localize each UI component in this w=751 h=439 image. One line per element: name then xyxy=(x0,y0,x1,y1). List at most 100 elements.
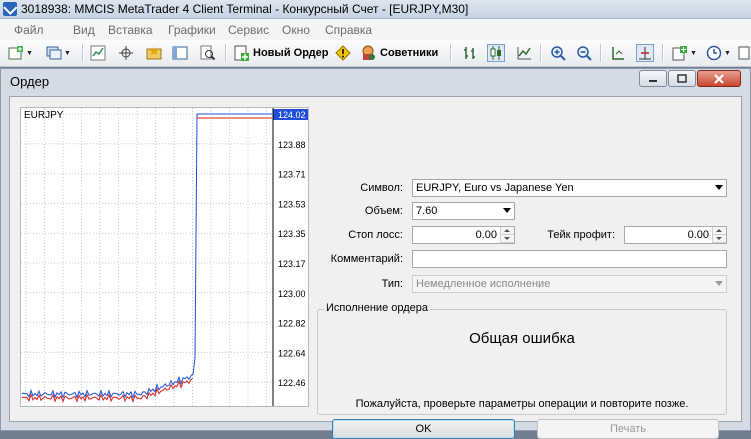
new-order-icon xyxy=(233,45,249,61)
line-chart-icon xyxy=(516,45,532,61)
bar-chart-button[interactable] xyxy=(462,43,478,63)
maximize-button[interactable] xyxy=(668,70,696,87)
type-value: Немедленное исполнение xyxy=(416,278,551,290)
autoscroll-button[interactable] xyxy=(636,43,654,63)
templates-icon xyxy=(738,45,751,61)
autoscroll-icon xyxy=(636,44,654,62)
price-label: 124.02 xyxy=(278,110,306,120)
new-order-button[interactable]: Новый Ордер xyxy=(233,43,328,63)
zoom-out-button[interactable] xyxy=(576,43,592,63)
error-message: Общая ошибка xyxy=(469,330,575,347)
chevron-down-icon xyxy=(715,281,723,286)
profiles-button[interactable]: ▼ xyxy=(46,43,71,63)
folder-star-icon xyxy=(146,45,162,61)
minimize-button[interactable] xyxy=(639,70,667,87)
comment-label: Комментарий: xyxy=(330,253,403,265)
menu-insert[interactable]: Вставка xyxy=(108,23,153,37)
data-window-button[interactable] xyxy=(146,43,162,63)
chart-shift-icon xyxy=(610,45,626,61)
dialog-title: Ордер xyxy=(10,74,50,89)
takeprofit-value: 0.00 xyxy=(687,229,709,241)
indicators-icon xyxy=(672,45,688,61)
new-chart-icon xyxy=(8,45,24,61)
toolbar: ▼ ▼ Новый Ордер Советники ▼ ▼ xyxy=(0,40,751,67)
magnifier-doc-icon xyxy=(200,45,216,61)
maximize-icon xyxy=(677,74,687,83)
ok-button[interactable]: OK xyxy=(332,419,515,439)
price-label: 122.64 xyxy=(278,348,306,358)
menu-window[interactable]: Окно xyxy=(282,23,310,37)
new-chart-button[interactable]: ▼ xyxy=(8,43,33,63)
metatrader-icon xyxy=(3,2,17,16)
menu-view[interactable]: Вид xyxy=(73,23,95,37)
bid-line xyxy=(21,113,272,400)
experts-label: Советники xyxy=(380,47,439,59)
spin-up-icon[interactable] xyxy=(713,227,726,235)
new-order-label: Новый Ордер xyxy=(253,47,329,59)
chevron-down-icon xyxy=(503,208,511,213)
type-label: Тип: xyxy=(381,278,403,290)
spin-up-icon[interactable] xyxy=(501,227,514,235)
volume-value: 7.60 xyxy=(416,205,438,217)
line-chart-button[interactable] xyxy=(516,43,532,63)
chart-shift-button[interactable] xyxy=(610,43,626,63)
strategy-tester-button[interactable] xyxy=(200,43,216,63)
spin-down-icon[interactable] xyxy=(501,235,514,243)
symbol-select[interactable]: EURJPY, Euro vs Japanese Yen xyxy=(412,179,727,197)
close-button[interactable] xyxy=(697,70,741,87)
chevron-down-icon xyxy=(715,185,723,190)
price-label: 123.53 xyxy=(278,199,306,209)
indicators-button[interactable]: ▼ xyxy=(672,43,697,63)
dialog-body: 124.02 123.88 123.71 123.53 123.35 123.17 123.… xyxy=(9,96,742,439)
clock-icon xyxy=(706,45,722,61)
window-title: 3018938: MMCIS MetaTrader 4 Client Termi… xyxy=(21,2,469,16)
navigator-button[interactable] xyxy=(118,43,134,63)
type-select[interactable]: Немедленное исполнение xyxy=(412,275,727,293)
volume-label: Объем: xyxy=(364,205,403,217)
bar-chart-icon xyxy=(462,45,478,61)
warning-diamond-icon xyxy=(335,45,351,61)
price-label: 122.82 xyxy=(278,319,306,329)
tick-chart: 124.02 123.88 123.71 123.53 123.35 123.17 123.… xyxy=(20,107,309,407)
ask-line xyxy=(21,377,194,404)
market-watch-button[interactable] xyxy=(90,43,106,63)
hint-message: Пожалуйста, проверьте параметры операции… xyxy=(355,398,689,410)
profiles-icon xyxy=(46,45,62,61)
takeprofit-label: Тейк профит: xyxy=(547,229,615,241)
tick-chart-svg: 124.02 123.88 123.71 123.53 123.35 123.17 123.… xyxy=(21,108,308,406)
menu-help[interactable]: Справка xyxy=(325,23,372,37)
crosshair-move-icon xyxy=(118,45,134,61)
chart-symbol: EURJPY xyxy=(24,110,64,121)
symbol-label: Символ: xyxy=(360,182,403,194)
execution-group-title: Исполнение ордера xyxy=(324,302,430,314)
takeprofit-input[interactable]: 0.00 xyxy=(624,226,727,244)
experts-warning-button[interactable] xyxy=(335,43,351,63)
symbol-value: EURJPY, Euro vs Japanese Yen xyxy=(416,182,574,194)
price-label: 122.46 xyxy=(278,378,306,388)
terminal-button[interactable] xyxy=(172,43,188,63)
menu-service[interactable]: Сервис xyxy=(228,23,269,37)
close-icon xyxy=(714,73,724,84)
templates-button[interactable] xyxy=(738,43,751,63)
menu-charts[interactable]: Графики xyxy=(168,23,216,37)
zoom-in-icon xyxy=(550,45,566,61)
takeprofit-spinner[interactable] xyxy=(712,227,726,243)
stoploss-spinner[interactable] xyxy=(500,227,514,243)
order-dialog: Ордер 124.02 123.88 123.71 123.53 123.35 123.… xyxy=(0,68,751,439)
menu-bar: Файл Вид Вставка Графики Сервис Окно Спр… xyxy=(0,19,751,40)
comment-input[interactable] xyxy=(412,250,727,268)
price-label: 123.71 xyxy=(278,170,306,180)
zoom-in-button[interactable] xyxy=(550,43,566,63)
print-button[interactable]: Печать xyxy=(537,419,719,439)
spin-down-icon[interactable] xyxy=(713,235,726,243)
menu-file[interactable]: Файл xyxy=(14,23,44,37)
candlestick-button[interactable] xyxy=(487,43,505,63)
volume-select[interactable]: 7.60 xyxy=(412,202,515,220)
stoploss-input[interactable]: 0.00 xyxy=(412,226,515,244)
minimize-icon xyxy=(649,79,657,82)
candlestick-icon xyxy=(487,44,505,62)
periods-button[interactable]: ▼ xyxy=(706,43,731,63)
experts-button[interactable]: Советники xyxy=(360,43,438,63)
price-label: 123.88 xyxy=(278,140,306,150)
expert-advisor-icon xyxy=(360,45,376,61)
